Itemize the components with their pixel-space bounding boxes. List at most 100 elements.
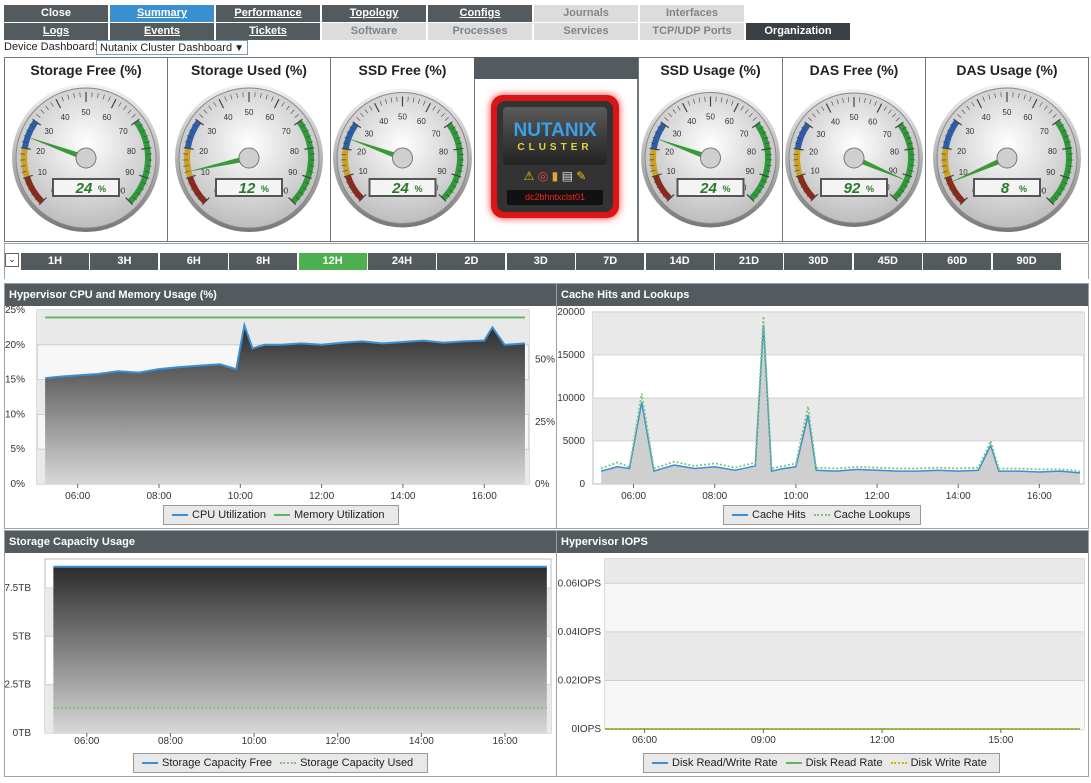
y-tick-label: 0TB [13,728,32,739]
gauge-hub [238,147,260,169]
gauge-tick-label: 90 [288,168,297,177]
y-tick-label: 25% [535,417,555,428]
time-range-45d[interactable]: 45D [853,253,923,270]
device-action-icons: ⚠ ◎ ▮ ▤ ✎ [503,169,607,185]
device-name[interactable]: dc2bhntxclst01 [507,190,603,205]
tab-organization[interactable]: Organization [746,23,851,40]
legend-label[interactable]: Cache Hits [752,506,806,524]
gauge-tick-label: 30 [207,127,216,136]
iops-panel: Hypervisor IOPS 0IOPS 0.02IOPS 0.04IOPS 0.0… [556,530,1089,777]
tab-label: Processes [452,25,508,37]
gauge-tick-label: 80 [890,148,899,157]
lifebuoy-icon[interactable]: ◎ [538,169,548,183]
legend-label[interactable]: Disk Read Rate [806,754,883,772]
gauge-panel: DAS Free (%)010203040506070809010092% [782,57,926,242]
gauge-tick-label: 70 [282,127,291,136]
gauge-value: 24 [699,180,717,197]
device-dashboard-select[interactable]: Nutanix Cluster Dashboard ▼ [96,40,248,55]
y-tick-label: 15% [5,375,25,386]
device-card: NUTANIX CLUSTER ⚠ ◎ ▮ ▤ ✎ dc2bhntxclst01 [474,79,638,242]
plot-band [605,583,1084,632]
gauge-tick-label: 60 [417,117,426,126]
tab-summary[interactable]: Summary [110,5,215,22]
warning-icon[interactable]: ⚠ [524,169,535,183]
gauge-tick-label: 30 [965,127,974,136]
legend-swatch [813,514,830,517]
time-range-2d[interactable]: 2D [437,253,507,270]
legend-label[interactable]: Cache Lookups [834,506,910,524]
gauge-tick-label: 70 [119,127,128,136]
legend-label[interactable]: Disk Read/Write Rate [672,754,778,772]
time-range-21d[interactable]: 21D [715,253,784,270]
legend-label[interactable]: Storage Capacity Used [300,754,413,772]
bar-chart-icon[interactable]: ▮ [552,169,559,183]
tab-logs[interactable]: Logs [4,23,109,40]
y-tick-label: 0.04IOPS [558,627,602,638]
gauge-tick-label: 70 [740,130,749,139]
gauge-tick-label: 90 [125,168,134,177]
gauge-tick-label: 90 [1046,168,1055,177]
time-range-7d[interactable]: 7D [576,253,646,270]
gauge-tick-label: 40 [687,117,696,126]
time-range-14d[interactable]: 14D [645,253,715,270]
chevron-down-icon: ▼ [234,43,244,54]
gauge-unit: % [1019,184,1027,194]
tab-label: Interfaces [666,7,718,19]
collapse-icon[interactable]: ⌄ [5,253,19,267]
gauge-band-yellow [942,147,951,179]
tab-configs[interactable]: Configs [428,5,533,22]
gauge-tick-label: 30 [44,127,53,136]
time-range-90d[interactable]: 90D [992,253,1062,270]
storage-title: Storage Capacity Usage [5,531,556,553]
time-range-6h[interactable]: 6H [159,253,229,270]
x-tick-label: 06:00 [74,736,99,747]
gauge-value: 24 [391,180,409,197]
tab-tickets[interactable]: Tickets [216,23,321,40]
gauge-band-yellow [184,147,193,179]
tab-events[interactable]: Events [110,23,215,40]
gauge-tick-label: 50 [245,108,254,117]
x-tick-label: 08:00 [158,736,183,747]
tab-performance[interactable]: Performance [216,5,321,22]
legend-label[interactable]: Storage Capacity Free [162,754,272,772]
gauge-dial[interactable]: 010203040506070809010012% [168,80,330,240]
time-range-12h[interactable]: 12H [298,253,368,270]
iops-legend: Disk Read/Write Rate Disk Read Rate Disk W… [643,753,1000,773]
y-tick-label: 15000 [557,350,585,361]
legend-swatch [732,514,748,517]
y-tick-label: 20% [5,340,25,351]
time-range-60d[interactable]: 60D [923,253,993,270]
time-range-24h[interactable]: 24H [368,253,437,270]
iops-title: Hypervisor IOPS [557,531,1088,553]
tab-topology[interactable]: Topology [322,5,427,22]
device-card-frame[interactable]: NUTANIX CLUSTER ⚠ ◎ ▮ ▤ ✎ dc2bhntxclst01 [491,95,619,218]
tab-label: Close [41,7,71,19]
time-range-3d[interactable]: 3D [506,253,576,270]
legend-label[interactable]: Memory Utilization [294,506,384,524]
time-range-3h[interactable]: 3H [90,253,160,270]
gauge-tick-label: 30 [672,130,681,139]
gauge-dial[interactable]: 01020304050607080901008% [926,80,1088,240]
x-tick-label: 06:00 [621,491,646,502]
gauge-dial[interactable]: 010203040506070809010024% [5,80,167,240]
gauge-value: 92 [844,180,861,197]
time-range-30d[interactable]: 30D [784,253,854,270]
gauge-tick-label: 50 [398,113,407,122]
time-range-8h[interactable]: 8H [229,253,299,270]
gauge-dial[interactable]: 010203040506070809010024% [639,80,782,240]
x-tick-label: 16:00 [492,736,517,747]
tab-close[interactable]: Close [4,5,109,22]
gauge-tick-label: 30 [816,130,825,139]
printer-icon[interactable]: ▤ [562,169,573,183]
wrench-icon[interactable]: ✎ [576,169,586,183]
gauge-dial[interactable]: 010203040506070809010092% [783,80,925,240]
gauge-dial[interactable]: 010203040506070809010024% [331,80,474,240]
legend-label[interactable]: Disk Write Rate [911,754,987,772]
tab-tcp-udp-ports: TCP/UDP Ports [640,23,745,40]
gauge-panel: Storage Used (%)010203040506070809010012… [167,57,331,242]
gauge-tick-label: 50 [1003,108,1012,117]
time-range-1h[interactable]: 1H [21,253,90,270]
legend-label[interactable]: CPU Utilization [192,506,266,524]
gauge-tick-label: 80 [439,148,448,157]
plot-band [593,312,1084,355]
